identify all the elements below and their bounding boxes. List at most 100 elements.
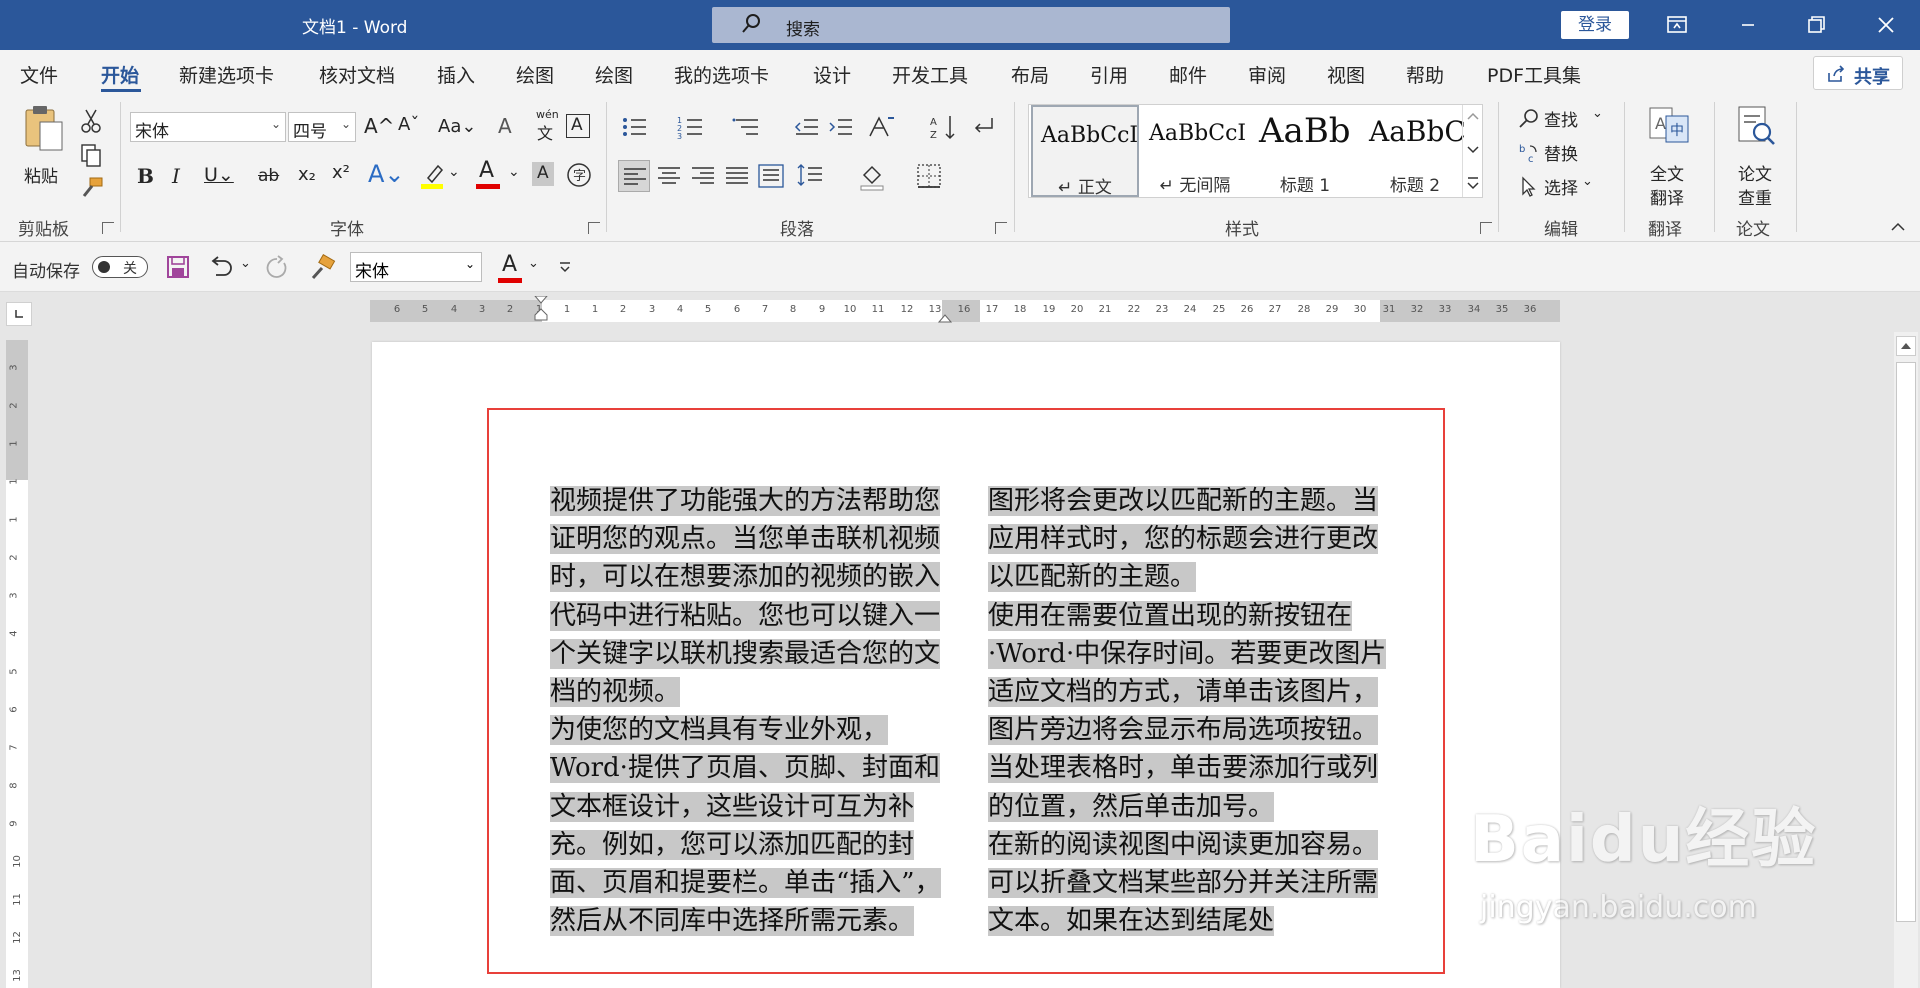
clear-formatting-icon[interactable]: A	[498, 114, 512, 138]
bullets-icon[interactable]	[620, 112, 650, 142]
distributed-icon[interactable]	[756, 161, 786, 191]
close-icon[interactable]	[1866, 8, 1906, 42]
enclose-characters-icon[interactable]: 字	[564, 160, 594, 190]
underline-icon[interactable]: U⌄	[204, 164, 234, 186]
chevron-down-icon[interactable]: ⌄	[508, 164, 520, 180]
tab-insert[interactable]: 插入	[437, 61, 475, 88]
indent-marker-icon[interactable]	[534, 296, 548, 326]
save-icon[interactable]	[166, 255, 190, 279]
minimize-icon[interactable]	[1728, 8, 1768, 42]
text-effects-icon[interactable]: A⌄	[368, 160, 405, 188]
select-button[interactable]: 选择 ⌄	[1516, 172, 1606, 200]
paragraph-launcher-icon[interactable]	[995, 222, 1007, 234]
copy-icon[interactable]	[76, 140, 106, 170]
shading-icon[interactable]	[858, 161, 888, 191]
style-heading-1[interactable]: AaBb 标题 1	[1251, 105, 1359, 197]
paste-button[interactable]: 粘贴	[16, 104, 72, 194]
increase-indent-icon[interactable]	[826, 112, 856, 142]
undo-icon[interactable]	[208, 255, 236, 279]
vertical-ruler[interactable]: 3 2 1 1 1 2 3 4 5 6 7 8 9 10 11 12 13	[6, 340, 28, 988]
chevron-down-icon[interactable]	[1465, 143, 1481, 157]
column-marker-icon[interactable]	[938, 306, 952, 324]
restore-icon[interactable]	[1796, 8, 1836, 42]
strikethrough-icon[interactable]: ab	[258, 166, 279, 186]
tab-design[interactable]: 设计	[813, 61, 851, 88]
line-spacing-icon[interactable]	[796, 161, 826, 191]
tab-mailings[interactable]: 邮件	[1169, 61, 1207, 88]
autosave-toggle[interactable]: 关	[92, 256, 148, 278]
tab-proofread[interactable]: 核对文档	[319, 61, 395, 88]
vertical-scrollbar[interactable]	[1894, 332, 1918, 988]
phonetic-guide-icon[interactable]: wén 文	[535, 108, 559, 143]
grow-font-icon[interactable]: A^	[364, 114, 394, 138]
paper-check-button[interactable]: 论文 查重	[1728, 104, 1784, 214]
replace-button[interactable]: bc 替换	[1516, 138, 1606, 166]
font-launcher-icon[interactable]	[588, 222, 600, 234]
tab-my-tab[interactable]: 我的选项卡	[674, 61, 769, 88]
chevron-down-icon[interactable]: ⌄	[528, 256, 539, 271]
align-center-icon[interactable]	[654, 161, 684, 191]
align-right-icon[interactable]	[688, 161, 718, 191]
redo-icon[interactable]	[264, 255, 290, 281]
style-heading-2[interactable]: AaBbC 标题 2	[1361, 105, 1469, 197]
ribbon-display-icon[interactable]	[1657, 8, 1697, 42]
subscript-icon[interactable]: x₂	[298, 164, 316, 185]
style-normal[interactable]: AaBbCcI ↵ 正文	[1031, 105, 1139, 198]
tab-developer[interactable]: 开发工具	[892, 61, 968, 88]
sort-icon[interactable]: AZ	[928, 112, 958, 142]
scroll-up-button[interactable]	[1896, 336, 1916, 356]
tab-draw-1[interactable]: 绘图	[516, 61, 554, 88]
format-painter-icon[interactable]	[76, 174, 106, 204]
search-box[interactable]: 搜索	[712, 7, 1230, 43]
clipboard-launcher-icon[interactable]	[102, 222, 114, 234]
tab-pdf-tools[interactable]: PDF工具集	[1487, 61, 1581, 88]
horizontal-ruler[interactable]: 6 5 4 3 2 1 1 1 2 3 4 5 6 7 8 9 10 11 12 13 16 17 18 19 20 21 22 23…	[370, 296, 1560, 324]
scroll-thumb[interactable]	[1896, 362, 1916, 922]
show-formatting-marks-icon[interactable]	[968, 112, 998, 142]
format-painter-icon[interactable]	[308, 254, 336, 282]
superscript-icon[interactable]: x²	[332, 162, 350, 183]
collapse-ribbon-icon[interactable]	[1888, 220, 1908, 234]
qat-font-combo[interactable]: 宋体 ⌄	[350, 252, 482, 282]
style-no-spacing[interactable]: AaBbCcI ↵ 无间隔	[1141, 105, 1249, 197]
shrink-font-icon[interactable]: Aˇ	[398, 114, 419, 135]
character-shading-icon[interactable]: A	[532, 162, 554, 186]
qat-font-color-button[interactable]: A	[496, 252, 526, 284]
character-border-icon[interactable]: A	[566, 114, 590, 138]
justify-icon[interactable]	[722, 161, 752, 191]
tab-file[interactable]: 文件	[20, 61, 58, 88]
tab-view[interactable]: 视图	[1327, 61, 1365, 88]
full-text-translate-button[interactable]: A中 全文 翻译	[1640, 104, 1696, 214]
multilevel-list-icon[interactable]	[732, 112, 762, 142]
more-styles-icon[interactable]	[1465, 175, 1481, 191]
align-left-button[interactable]	[618, 160, 650, 192]
tab-help[interactable]: 帮助	[1406, 61, 1444, 88]
tab-new-tab[interactable]: 新建选项卡	[179, 61, 274, 88]
styles-launcher-icon[interactable]	[1480, 222, 1492, 234]
numbering-icon[interactable]: 123	[676, 112, 706, 142]
highlight-color-icon[interactable]	[418, 160, 448, 190]
chevron-down-icon[interactable]: ⌄	[448, 164, 460, 180]
tab-review[interactable]: 审阅	[1248, 61, 1286, 88]
tab-references[interactable]: 引用	[1090, 61, 1128, 88]
font-color-icon[interactable]: A	[474, 158, 504, 190]
decrease-indent-icon[interactable]	[792, 112, 822, 142]
tab-home[interactable]: 开始	[101, 61, 139, 88]
borders-icon[interactable]	[914, 161, 944, 191]
bold-icon[interactable]: B	[137, 164, 154, 188]
font-name-combo[interactable]: 宋体 ⌄	[130, 112, 286, 142]
tab-selector[interactable]	[6, 302, 32, 326]
font-size-combo[interactable]: 四号 ⌄	[288, 112, 356, 142]
share-button[interactable]: 共享	[1813, 56, 1903, 90]
tab-draw-2[interactable]: 绘图	[595, 61, 633, 88]
styles-scroll[interactable]	[1462, 105, 1482, 197]
login-button[interactable]: 登录	[1561, 11, 1629, 39]
chinese-layout-icon[interactable]	[866, 112, 896, 142]
customize-qat-icon[interactable]	[558, 260, 572, 274]
change-case-icon[interactable]: Aa⌄	[438, 116, 476, 137]
cut-icon[interactable]	[76, 106, 106, 136]
chevron-down-icon[interactable]: ⌄	[240, 256, 251, 271]
italic-icon[interactable]: I	[172, 164, 180, 188]
find-button[interactable]: 查找 ⌄	[1516, 104, 1606, 132]
chevron-up-icon[interactable]	[1465, 109, 1481, 123]
